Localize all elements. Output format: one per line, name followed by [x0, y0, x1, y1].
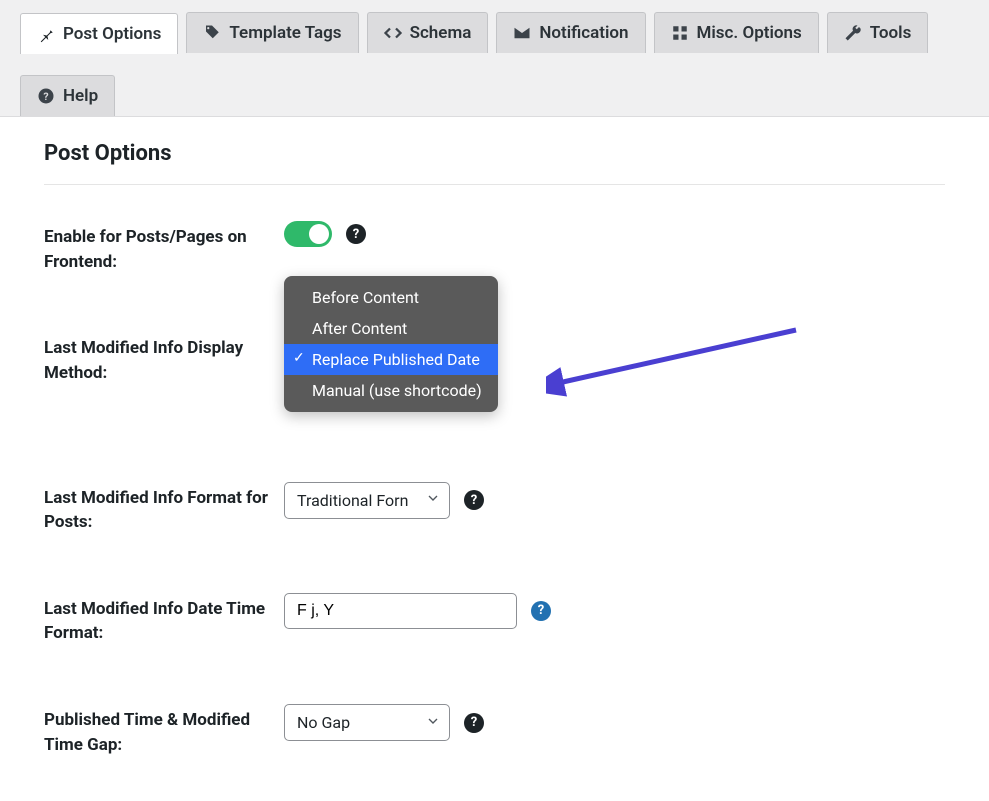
enable-toggle[interactable] [284, 221, 332, 247]
tab-label: Template Tags [229, 23, 341, 43]
dropdown-option[interactable]: After Content [284, 313, 498, 344]
field-display-method: Last Modified Info Display Method: Befor… [44, 332, 945, 385]
help-icon[interactable]: ? [346, 224, 366, 244]
help-icon[interactable]: ? [531, 601, 551, 621]
select-value: No Gap [297, 713, 350, 732]
tab-label: Schema [410, 23, 472, 43]
tab-bar: Post Options Template Tags Schema Notifi… [0, 0, 989, 117]
tab-help[interactable]: ? Help [20, 75, 115, 116]
field-date-time-format: Last Modified Info Date Time Format: ? [44, 593, 945, 646]
help-icon[interactable]: ? [464, 713, 484, 733]
help-icon[interactable]: ? [464, 490, 484, 510]
page-title: Post Options [44, 141, 945, 185]
select-value: Traditional Forn [297, 491, 408, 510]
tab-schema[interactable]: Schema [367, 12, 489, 53]
display-method-dropdown: Before Content After Content Replace Pub… [284, 276, 498, 412]
tab-label: Notification [539, 23, 628, 43]
question-icon: ? [37, 87, 55, 105]
mail-icon [513, 24, 531, 42]
field-enable-frontend: Enable for Posts/Pages on Frontend: ? [44, 221, 945, 274]
chevron-down-icon [425, 490, 441, 510]
tab-misc-options[interactable]: Misc. Options [654, 12, 819, 53]
tab-post-options[interactable]: Post Options [20, 13, 178, 54]
field-label: Last Modified Info Format for Posts: [44, 482, 284, 535]
settings-panel: Post Options Enable for Posts/Pages on F… [0, 117, 989, 801]
annotation-arrow [546, 322, 806, 402]
field-time-gap: Published Time & Modified Time Gap: No G… [44, 704, 945, 757]
tab-template-tags[interactable]: Template Tags [186, 12, 358, 53]
field-label: Enable for Posts/Pages on Frontend: [44, 221, 284, 274]
dropdown-option[interactable]: Manual (use shortcode) [284, 375, 498, 406]
pin-icon [37, 25, 55, 43]
dropdown-option[interactable]: Before Content [284, 282, 498, 313]
tab-label: Help [63, 86, 98, 106]
date-time-format-input[interactable] [284, 593, 517, 629]
tab-label: Misc. Options [697, 23, 802, 43]
dropdown-option-selected[interactable]: Replace Published Date [284, 344, 498, 375]
code-icon [384, 24, 402, 42]
grid-icon [671, 24, 689, 42]
field-format-posts: Last Modified Info Format for Posts: Tra… [44, 482, 945, 535]
tag-icon [203, 24, 221, 42]
time-gap-select[interactable]: No Gap [284, 704, 450, 741]
chevron-down-icon [425, 713, 441, 733]
format-posts-select[interactable]: Traditional Forn [284, 482, 450, 519]
field-label: Last Modified Info Display Method: [44, 332, 284, 385]
field-label: Published Time & Modified Time Gap: [44, 704, 284, 757]
wrench-icon [844, 24, 862, 42]
svg-text:?: ? [43, 90, 48, 103]
field-label: Last Modified Info Date Time Format: [44, 593, 284, 646]
tab-label: Tools [870, 23, 912, 43]
tab-tools[interactable]: Tools [827, 12, 929, 53]
tab-label: Post Options [63, 24, 161, 44]
tab-notification[interactable]: Notification [496, 12, 645, 53]
